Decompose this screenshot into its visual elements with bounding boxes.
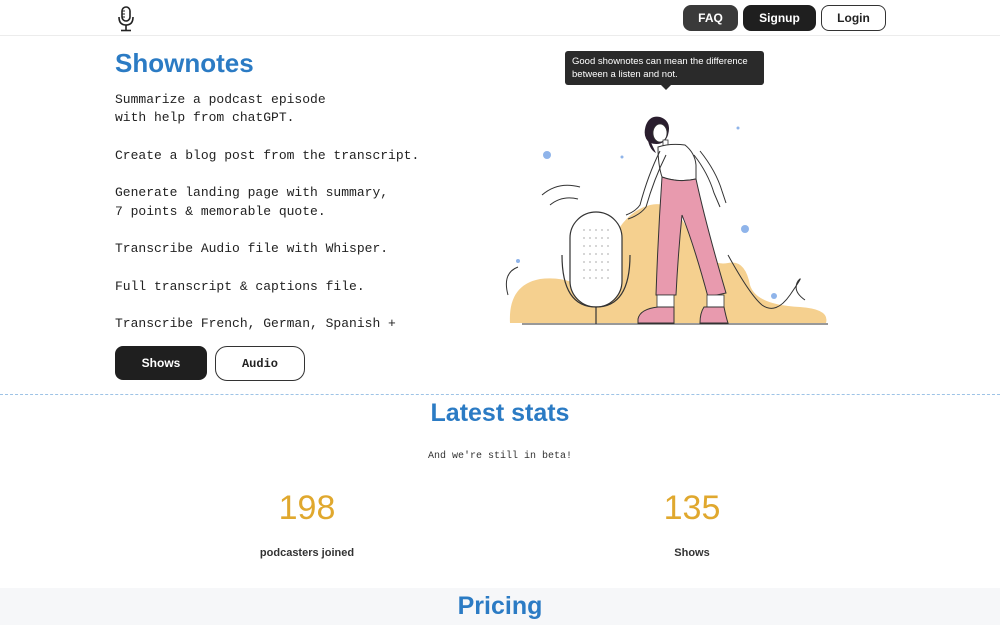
- signup-button[interactable]: Signup: [743, 5, 816, 31]
- stat-podcasters-label: podcasters joined: [259, 547, 355, 559]
- login-button[interactable]: Login: [821, 5, 886, 31]
- feature-line: with help from chatGPT.: [115, 110, 295, 125]
- stat-shows-value: 135: [663, 489, 721, 527]
- stats-subtitle: And we're still in beta!: [427, 451, 573, 462]
- pricing-title: Pricing: [457, 592, 543, 620]
- shows-button[interactable]: Shows: [115, 346, 207, 380]
- stats-title: Latest stats: [430, 399, 570, 427]
- faq-button[interactable]: FAQ: [683, 5, 738, 31]
- top-navbar: FAQ Signup Login: [0, 0, 1000, 36]
- stat-shows-label: Shows: [674, 547, 710, 559]
- stat-podcasters-value: 198: [278, 489, 336, 527]
- feature-line: Generate landing page with summary,: [115, 185, 389, 200]
- feature-line: Transcribe Audio file with Whisper.: [115, 241, 389, 256]
- feature-line: Summarize a podcast episode: [115, 92, 326, 107]
- feature-line: Full transcript & captions file.: [115, 279, 365, 294]
- feature-line: Create a blog post from the transcript.: [115, 148, 420, 163]
- section-divider: [0, 394, 1000, 395]
- tooltip-arrow: [661, 85, 671, 90]
- audio-button[interactable]: Audio: [215, 346, 305, 381]
- feature-line: 7 points & memorable quote.: [115, 204, 326, 219]
- hero-title: Shownotes: [115, 48, 254, 78]
- microphone-icon[interactable]: [116, 6, 136, 32]
- tooltip-line: Good shownotes can mean the difference: [572, 56, 748, 67]
- podcaster-illustration: [505, 116, 828, 325]
- illustration-tooltip: Good shownotes can mean the difference b…: [565, 51, 764, 85]
- tooltip-line: between a listen and not.: [572, 69, 678, 80]
- feature-line: Transcribe French, German, Spanish +: [115, 316, 396, 331]
